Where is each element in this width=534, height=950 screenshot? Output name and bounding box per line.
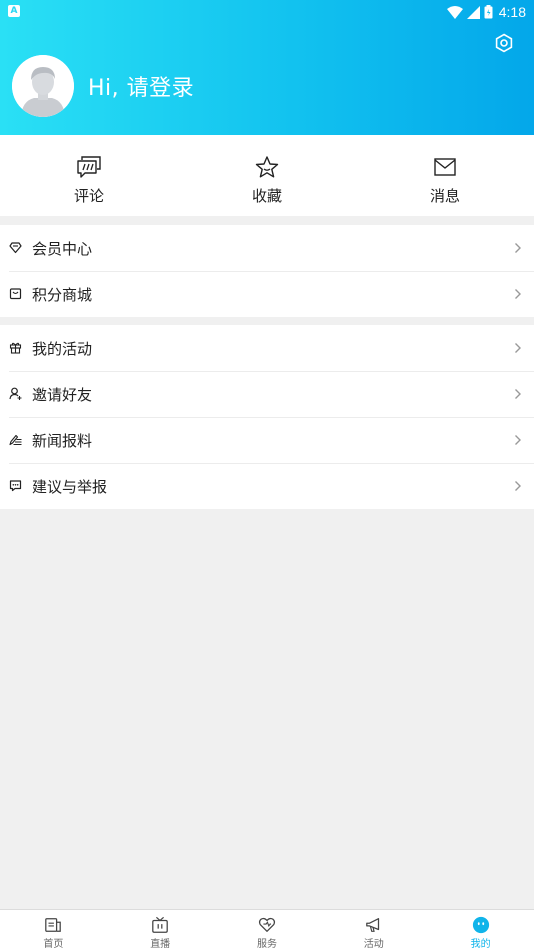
menu-item-points-mall[interactable]: 积分商城 [0, 271, 534, 317]
cell-signal-icon [466, 5, 480, 19]
menu-item-label: 邀请好友 [32, 385, 93, 404]
tv-icon [152, 916, 169, 933]
menu-item-invite-friends[interactable]: 邀请好友 [0, 371, 534, 417]
menu-item-label: 会员中心 [32, 239, 93, 258]
megaphone-icon [365, 918, 379, 932]
mail-icon [434, 158, 456, 176]
quick-action-favorites[interactable]: 收藏 [178, 135, 356, 216]
tab-services[interactable]: 服务 [214, 910, 321, 950]
chevron-right-icon [515, 389, 521, 399]
status-bar: A 4:18 [0, 0, 534, 24]
shopping-bag-icon [9, 288, 22, 300]
profile-face-icon [472, 916, 489, 934]
tab-live[interactable]: 直播 [107, 910, 214, 950]
menu-item-my-activities[interactable]: 我的活动 [0, 325, 534, 371]
tab-activities[interactable]: 活动 [320, 910, 427, 950]
tab-label: 服务 [256, 939, 277, 950]
gift-icon [9, 342, 22, 354]
quick-action-comments[interactable]: 评论 [0, 135, 178, 216]
chevron-right-icon [515, 481, 521, 491]
tab-label: 我的 [470, 939, 491, 950]
comment-icon [77, 156, 101, 178]
pen-icon [9, 434, 22, 446]
app-notification-icon: A [8, 5, 20, 17]
tab-label: 直播 [150, 939, 171, 950]
menu-item-label: 积分商城 [32, 285, 93, 304]
menu-item-feedback-report[interactable]: 建议与举报 [0, 463, 534, 509]
chevron-right-icon [515, 435, 521, 445]
menu-group-membership: 会员中心 积分商城 [0, 225, 534, 317]
diamond-icon [9, 242, 22, 254]
tab-label: 活动 [363, 939, 384, 950]
tab-label: 首页 [43, 939, 64, 950]
menu-item-label: 建议与举报 [32, 477, 108, 496]
quick-action-label: 评论 [73, 187, 104, 205]
quick-action-label: 收藏 [251, 187, 282, 205]
status-right: 4:18 [446, 2, 526, 22]
quick-action-label: 消息 [429, 187, 460, 205]
quick-action-messages[interactable]: 消息 [356, 135, 534, 216]
bottom-tab-bar: 首页 直播 服务 活动 我的 [0, 909, 534, 950]
add-user-icon [9, 387, 22, 400]
menu-item-news-tips[interactable]: 新闻报料 [0, 417, 534, 463]
feedback-icon [9, 480, 22, 492]
avatar-placeholder-icon [12, 55, 74, 117]
chevron-right-icon [515, 289, 521, 299]
avatar[interactable] [12, 55, 74, 117]
tab-mine[interactable]: 我的 [427, 910, 534, 950]
tab-home[interactable]: 首页 [0, 910, 107, 950]
wifi-icon [446, 5, 463, 19]
menu-item-label: 新闻报料 [32, 431, 93, 450]
settings-icon[interactable] [494, 33, 514, 53]
profile-header: A 4:18 Hi, 请登录 [0, 0, 534, 135]
star-icon [255, 156, 279, 178]
menu-item-member-center[interactable]: 会员中心 [0, 225, 534, 271]
heart-icon [258, 917, 276, 932]
login-prompt[interactable]: Hi, 请登录 [88, 70, 194, 102]
menu-item-label: 我的活动 [32, 339, 93, 358]
battery-icon [484, 5, 493, 19]
status-time: 4:18 [498, 4, 526, 20]
news-icon [45, 918, 62, 932]
quick-actions-bar: 评论 收藏 消息 [0, 135, 534, 216]
chevron-right-icon [515, 343, 521, 353]
menu-group-activities: 我的活动 邀请好友 新闻报料 建议与举报 [0, 325, 534, 509]
chevron-right-icon [515, 243, 521, 253]
